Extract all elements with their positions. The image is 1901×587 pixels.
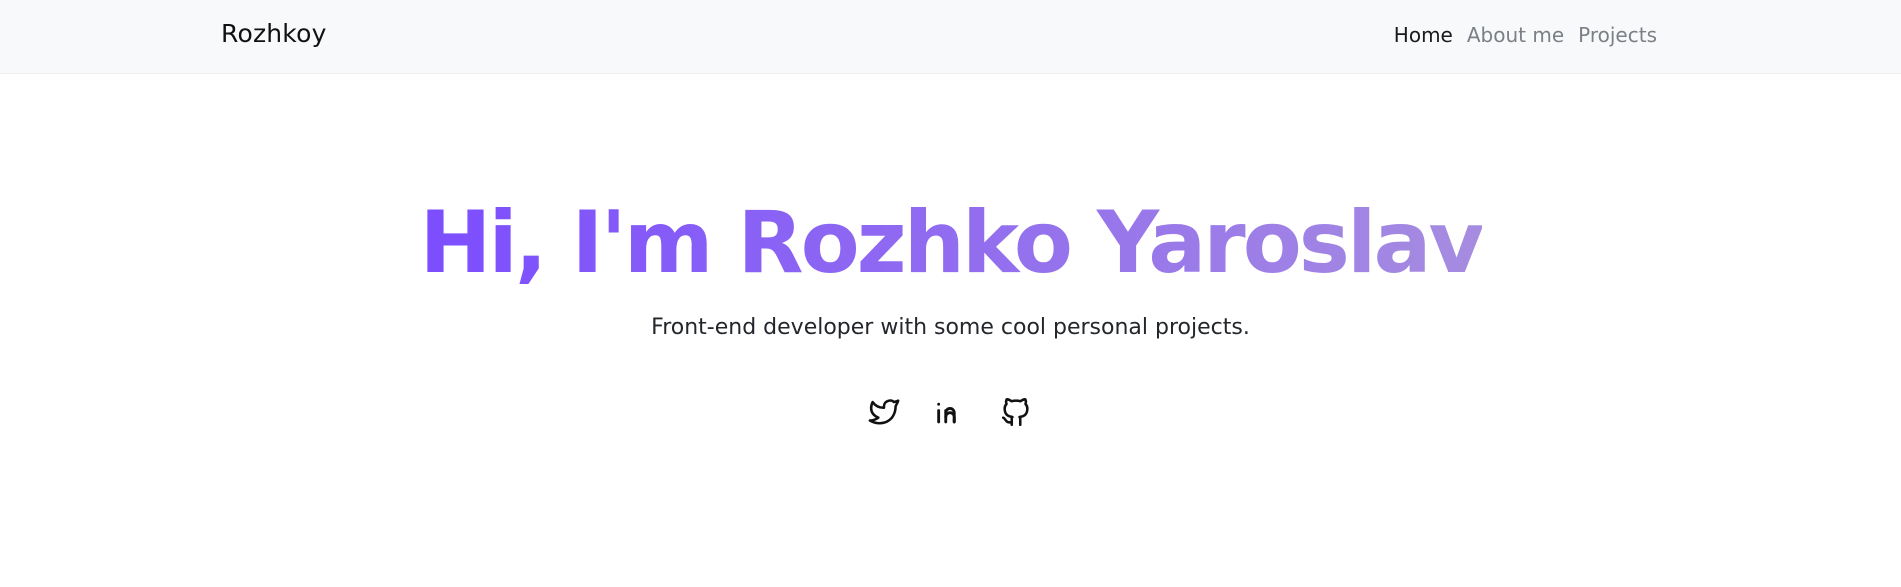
- hero-subtitle: Front-end developer with some cool perso…: [651, 315, 1250, 340]
- brand-logo-link[interactable]: Rozhkoy: [221, 19, 327, 48]
- main-nav: Home About me Projects: [1394, 23, 1657, 47]
- twitter-link[interactable]: [867, 395, 901, 429]
- nav-link-projects[interactable]: Projects: [1578, 23, 1657, 47]
- twitter-icon: [868, 399, 900, 425]
- nav-link-about-me[interactable]: About me: [1467, 23, 1564, 47]
- linkedin-link[interactable]: [933, 395, 967, 429]
- github-icon: [1001, 398, 1029, 427]
- hero-title: Hi, I'm Rozhko Yaroslav: [0, 190, 1901, 296]
- navbar: Rozhkoy Home About me Projects: [0, 0, 1901, 74]
- linkedin-icon: [937, 402, 956, 424]
- hero-title-text: Hi, I'm Rozhko Yaroslav: [419, 193, 1484, 293]
- nav-link-home[interactable]: Home: [1394, 23, 1453, 47]
- social-links: [867, 395, 1033, 429]
- github-link[interactable]: [999, 395, 1033, 429]
